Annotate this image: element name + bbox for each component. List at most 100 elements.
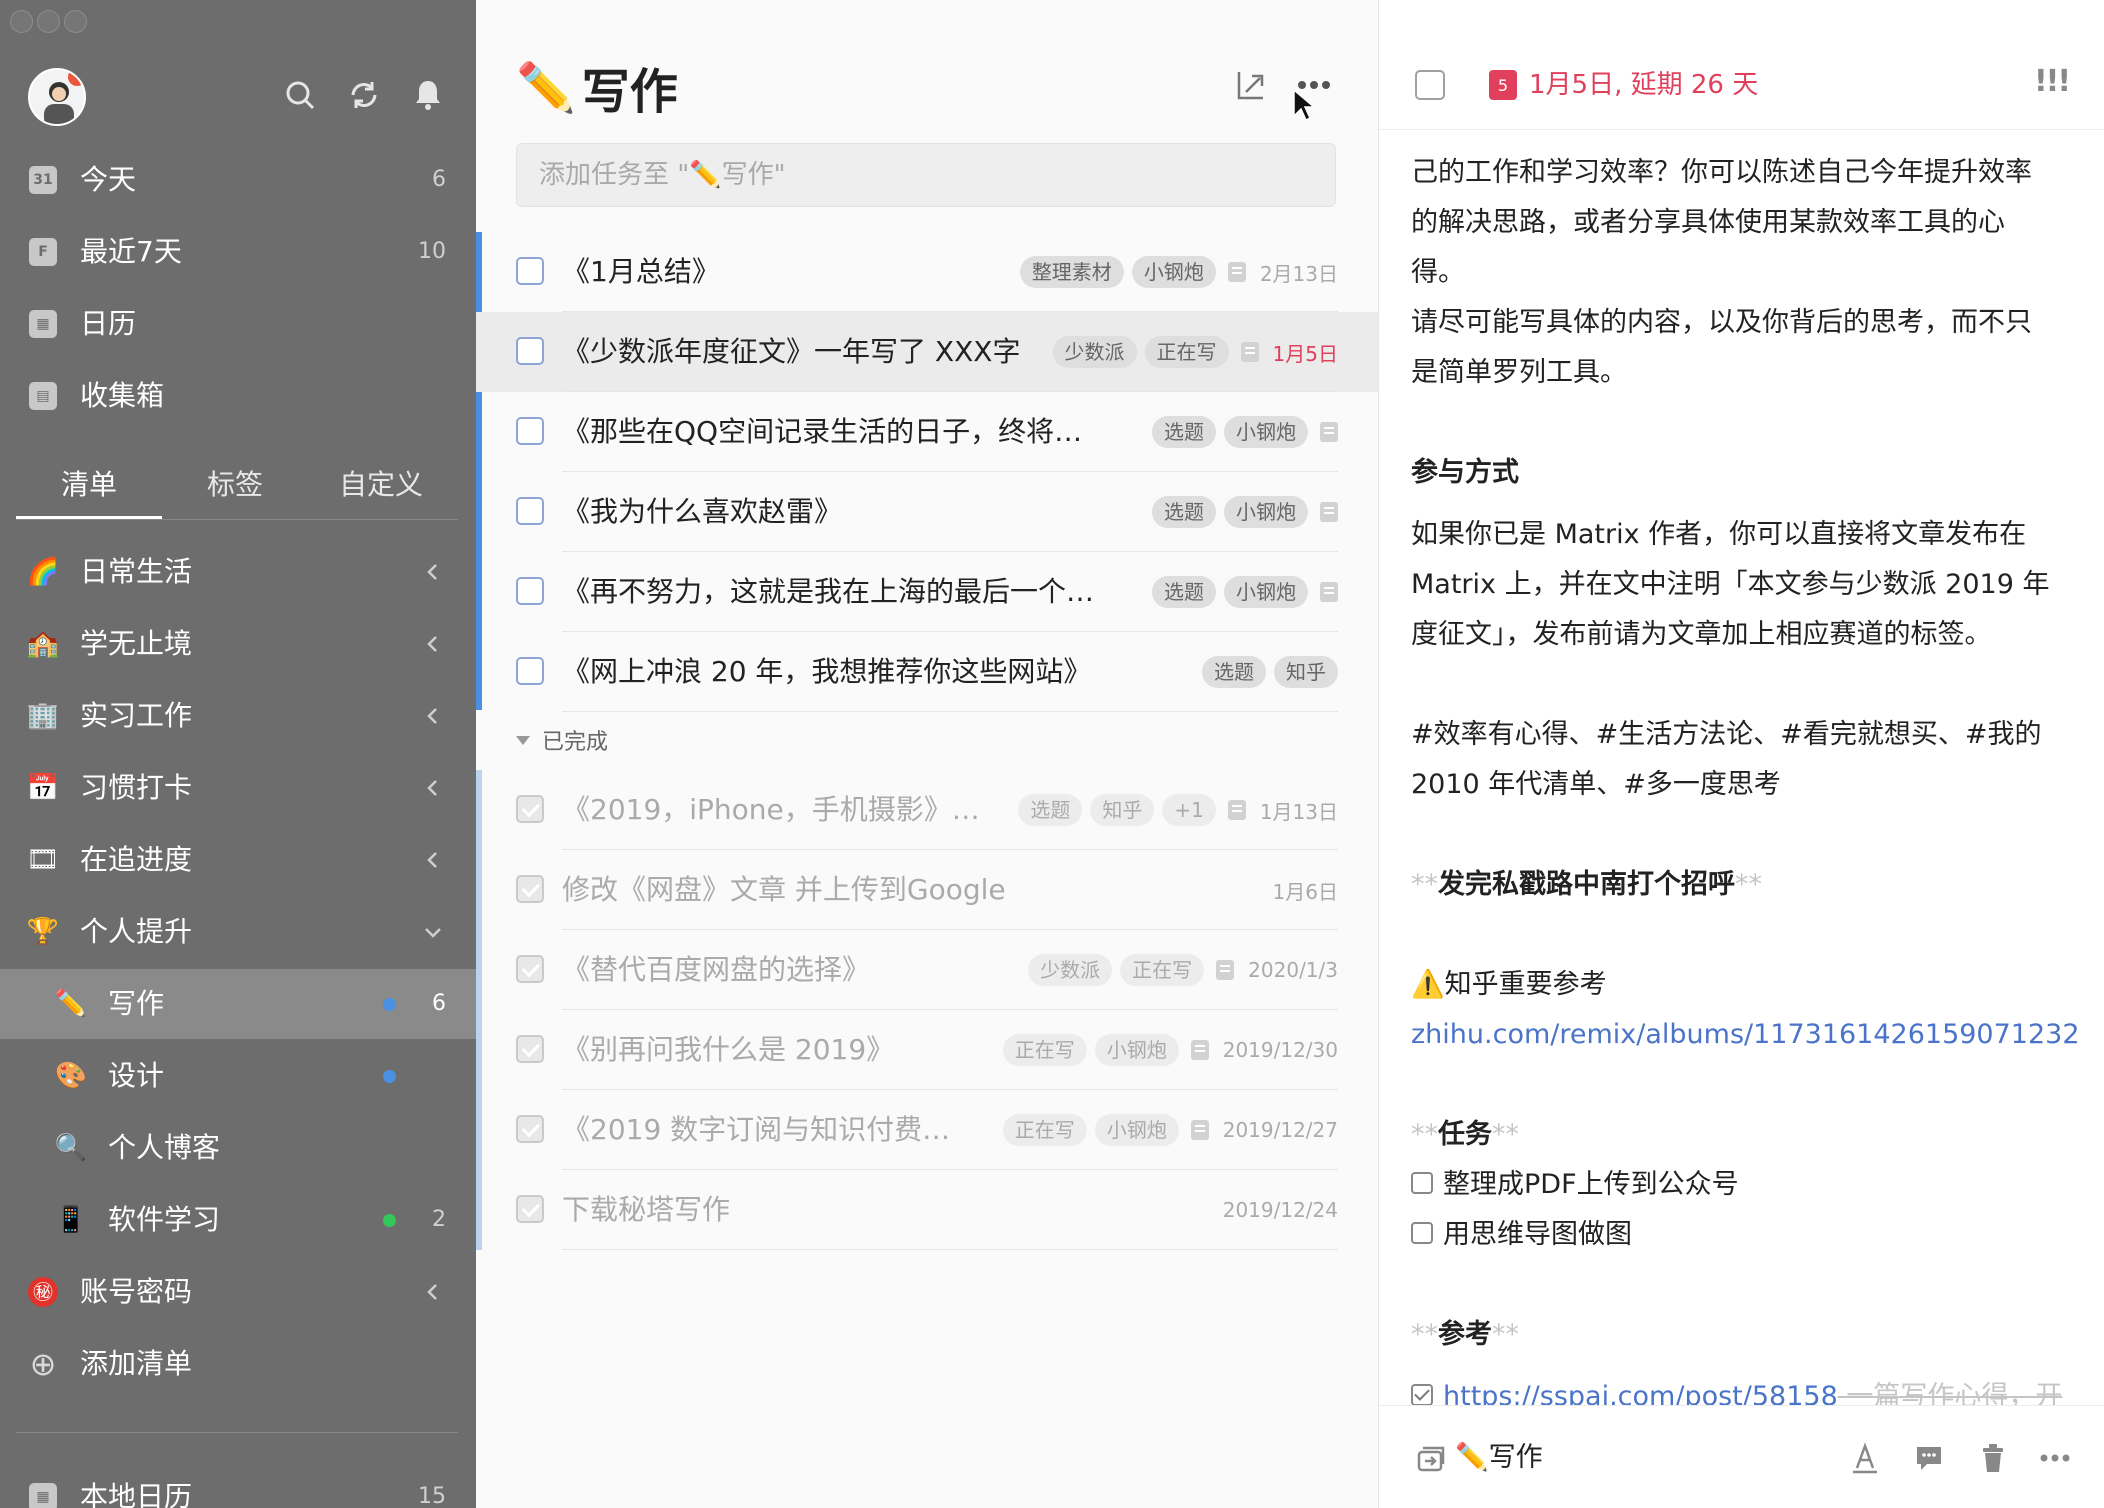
more-icon[interactable]	[2039, 1442, 2071, 1474]
sidebar-item-design[interactable]: 🎨 设计	[0, 1041, 476, 1111]
task-title[interactable]: 下载秘塔写作	[562, 1170, 1205, 1250]
task-row[interactable]: 《2019 数字订阅与知识付费… 正在写 小钢炮 2019/12/27	[476, 1090, 1378, 1170]
task-title[interactable]: 《2019 数字订阅与知识付费…	[562, 1090, 991, 1170]
tab-lists[interactable]: 清单	[16, 450, 162, 520]
sync-icon[interactable]	[347, 78, 381, 112]
comment-icon[interactable]	[1913, 1442, 1945, 1474]
task-row[interactable]: 《2019，iPhone，手机摄影》… 选题 知乎 +1 1月13日	[476, 770, 1378, 850]
trash-icon[interactable]	[1977, 1442, 2009, 1474]
task-title[interactable]: 《1月总结》	[562, 232, 1008, 312]
chevron-left-icon[interactable]	[420, 775, 446, 801]
sidebar-item-local-calendar[interactable]: ▦ 本地日历 15	[0, 1462, 476, 1508]
task-tag[interactable]: 正在写	[1002, 1114, 1087, 1146]
task-tag[interactable]: 小钢炮	[1094, 1034, 1179, 1066]
task-title[interactable]: 修改《网盘》文章 并上传到Google	[562, 850, 1255, 930]
task-row[interactable]: 《我为什么喜欢赵雷》 选题 小钢炮	[476, 472, 1378, 552]
task-title[interactable]: 《我为什么喜欢赵雷》	[562, 472, 1140, 552]
task-row[interactable]: 《网上冲浪 20 年，我想推荐你这些网站》 选题 知乎	[476, 632, 1378, 712]
sidebar-item-software[interactable]: 📱 软件学习 2	[0, 1185, 476, 1255]
chevron-left-icon[interactable]	[420, 1279, 446, 1305]
text-format-icon[interactable]	[1849, 1442, 1881, 1474]
task-checkbox[interactable]	[516, 1035, 544, 1063]
completed-section-header[interactable]: 已完成	[516, 722, 608, 758]
sidebar-item-next-7-days[interactable]: F 最近7天 10	[0, 217, 476, 287]
task-tag[interactable]: 正在写	[1144, 336, 1229, 368]
task-tag[interactable]: 知乎	[1090, 794, 1155, 826]
sidebar-item-passwords[interactable]: ㊙ 账号密码	[0, 1257, 476, 1327]
task-title[interactable]: 《网上冲浪 20 年，我想推荐你这些网站》	[562, 632, 1190, 712]
due-date-calendar-icon[interactable]: 5	[1489, 70, 1517, 100]
sidebar-item-habits[interactable]: 📅 习惯打卡	[0, 753, 476, 823]
task-checkbox[interactable]	[516, 417, 544, 445]
add-task-input[interactable]: 添加任务至 "✏️写作"	[516, 143, 1336, 207]
sidebar-item-self-improvement[interactable]: 🏆 个人提升	[0, 897, 476, 967]
task-row[interactable]: 《1月总结》 整理素材 小钢炮 2月13日	[476, 232, 1378, 312]
chevron-left-icon[interactable]	[420, 559, 446, 585]
task-complete-checkbox[interactable]	[1415, 70, 1445, 100]
task-tag[interactable]: 选题	[1152, 496, 1216, 528]
sidebar-item-writing[interactable]: ✏️ 写作 6	[0, 969, 476, 1039]
sspai-link[interactable]: https://sspai.com/post/58158	[1443, 1381, 1838, 1405]
task-row[interactable]: 《再不努力，这就是我在上海的最后一个… 选题 小钢炮	[476, 552, 1378, 632]
task-row[interactable]: 《那些在QQ空间记录生活的日子，终将… 选题 小钢炮	[476, 392, 1378, 472]
task-row[interactable]: 下载秘塔写作 2019/12/24	[476, 1170, 1378, 1250]
sidebar-item-calendar[interactable]: ▦ 日历	[0, 289, 476, 359]
task-tag[interactable]: 少数派	[1052, 336, 1137, 368]
checklist-checkbox[interactable]	[1411, 1383, 1433, 1405]
task-tag[interactable]: 正在写	[1002, 1034, 1087, 1066]
chevron-left-icon[interactable]	[420, 631, 446, 657]
due-date-text[interactable]: 1月5日, 延期 26 天	[1529, 62, 1758, 108]
window-close-button[interactable]	[10, 10, 33, 33]
task-description[interactable]: 己的工作和学习效率？你可以陈述自己今年提升效率 的解决思路，或者分享具体使用某款…	[1411, 100, 2081, 1405]
task-tag[interactable]: 正在写	[1120, 954, 1205, 986]
zhihu-link[interactable]: zhihu.com/remix/albums/11731614261590712…	[1411, 1010, 2080, 1060]
sidebar-item-inbox[interactable]: ▤ 收集箱	[0, 361, 476, 431]
task-tag[interactable]: 小钢炮	[1224, 576, 1308, 608]
priority-icon[interactable]: !!!	[2034, 64, 2071, 99]
task-checkbox[interactable]	[516, 657, 544, 685]
bell-icon[interactable]	[411, 78, 445, 112]
tab-tags[interactable]: 标签	[162, 450, 308, 520]
move-list-icon[interactable]	[1415, 1442, 1447, 1474]
avatar[interactable]	[28, 68, 86, 126]
task-checkbox[interactable]	[516, 795, 544, 823]
task-tag[interactable]: 小钢炮	[1224, 496, 1308, 528]
task-checkbox[interactable]	[516, 337, 544, 365]
task-title[interactable]: 《2019，iPhone，手机摄影》…	[562, 770, 1006, 850]
chevron-left-icon[interactable]	[420, 847, 446, 873]
task-checkbox[interactable]	[516, 1195, 544, 1223]
sidebar-item-today[interactable]: 31 今天 6	[0, 145, 476, 215]
task-tag[interactable]: 选题	[1152, 576, 1216, 608]
checklist-checkbox[interactable]	[1411, 1221, 1433, 1244]
task-checkbox[interactable]	[516, 497, 544, 525]
task-checkbox[interactable]	[516, 1115, 544, 1143]
sidebar-item-daily-life[interactable]: 🌈 日常生活	[0, 537, 476, 607]
tab-custom[interactable]: 自定义	[308, 450, 454, 520]
sort-icon[interactable]	[1234, 68, 1268, 102]
task-title[interactable]: 《少数派年度征文》一年写了 XXX字	[562, 312, 1041, 392]
chevron-left-icon[interactable]	[420, 703, 446, 729]
chevron-down-icon[interactable]	[420, 919, 446, 945]
task-tag[interactable]: 少数派	[1028, 954, 1113, 986]
window-minimize-button[interactable]	[37, 10, 60, 33]
task-title[interactable]: 《替代百度网盘的选择》	[562, 930, 1016, 1010]
task-tag[interactable]: 选题	[1152, 416, 1216, 448]
task-checkbox[interactable]	[516, 955, 544, 983]
search-icon[interactable]	[283, 78, 317, 112]
window-zoom-button[interactable]	[64, 10, 87, 33]
task-tag[interactable]: 小钢炮	[1224, 416, 1308, 448]
task-title[interactable]: 《那些在QQ空间记录生活的日子，终将…	[562, 392, 1140, 472]
task-checkbox[interactable]	[516, 875, 544, 903]
task-checkbox[interactable]	[516, 257, 544, 285]
task-tag[interactable]: 知乎	[1274, 656, 1338, 688]
task-checkbox[interactable]	[516, 577, 544, 605]
footer-list-name[interactable]: ✏️写作	[1455, 1438, 1543, 1478]
add-list-button[interactable]: ⊕ 添加清单	[0, 1329, 476, 1399]
task-row[interactable]: 修改《网盘》文章 并上传到Google 1月6日	[476, 850, 1378, 930]
sidebar-item-learning[interactable]: 🏫 学无止境	[0, 609, 476, 679]
task-row[interactable]: 《别再问我什么是 2019》 正在写 小钢炮 2019/12/30	[476, 1010, 1378, 1090]
task-row[interactable]: 《少数派年度征文》一年写了 XXX字 少数派 正在写 1月5日	[476, 312, 1378, 392]
task-title[interactable]: 《别再问我什么是 2019》	[562, 1010, 991, 1090]
task-tag[interactable]: +1	[1162, 794, 1216, 826]
task-tag[interactable]: 小钢炮	[1131, 256, 1216, 288]
